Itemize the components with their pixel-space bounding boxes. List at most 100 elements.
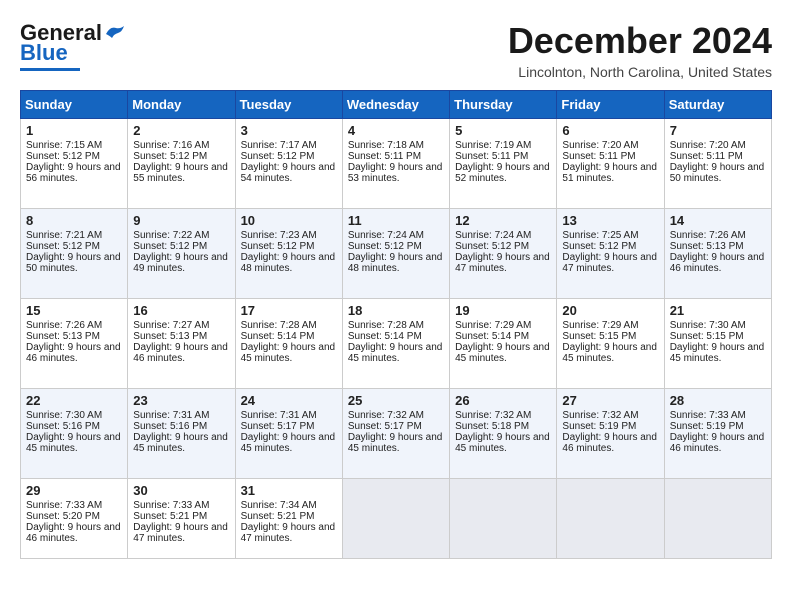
day-number: 22 <box>26 393 122 408</box>
logo-text-blue: Blue <box>20 40 68 66</box>
sunset-text: Sunset: 5:21 PM <box>241 511 337 522</box>
day-number: 16 <box>133 303 229 318</box>
day-number: 5 <box>455 123 551 138</box>
day-number: 8 <box>26 213 122 228</box>
column-header-saturday: Saturday <box>664 91 771 119</box>
calendar-cell: 20Sunrise: 7:29 AMSunset: 5:15 PMDayligh… <box>557 299 664 389</box>
daylight-text: Daylight: 9 hours and 50 minutes. <box>26 252 122 274</box>
daylight-text: Daylight: 9 hours and 45 minutes. <box>562 342 658 364</box>
sunrise-text: Sunrise: 7:18 AM <box>348 140 444 151</box>
sunrise-text: Sunrise: 7:32 AM <box>348 410 444 421</box>
sunset-text: Sunset: 5:11 PM <box>562 151 658 162</box>
column-header-tuesday: Tuesday <box>235 91 342 119</box>
daylight-text: Daylight: 9 hours and 45 minutes. <box>241 432 337 454</box>
calendar-cell: 26Sunrise: 7:32 AMSunset: 5:18 PMDayligh… <box>450 389 557 479</box>
calendar-cell: 17Sunrise: 7:28 AMSunset: 5:14 PMDayligh… <box>235 299 342 389</box>
day-number: 6 <box>562 123 658 138</box>
sunset-text: Sunset: 5:15 PM <box>670 331 766 342</box>
daylight-text: Daylight: 9 hours and 54 minutes. <box>241 162 337 184</box>
day-number: 11 <box>348 213 444 228</box>
calendar-cell: 24Sunrise: 7:31 AMSunset: 5:17 PMDayligh… <box>235 389 342 479</box>
day-number: 13 <box>562 213 658 228</box>
sunset-text: Sunset: 5:14 PM <box>455 331 551 342</box>
calendar-cell: 31Sunrise: 7:34 AMSunset: 5:21 PMDayligh… <box>235 479 342 559</box>
calendar-cell: 21Sunrise: 7:30 AMSunset: 5:15 PMDayligh… <box>664 299 771 389</box>
calendar-table: SundayMondayTuesdayWednesdayThursdayFrid… <box>20 90 772 559</box>
sunrise-text: Sunrise: 7:33 AM <box>26 500 122 511</box>
daylight-text: Daylight: 9 hours and 46 minutes. <box>26 522 122 544</box>
month-title: December 2024 <box>508 20 772 62</box>
daylight-text: Daylight: 9 hours and 45 minutes. <box>26 432 122 454</box>
daylight-text: Daylight: 9 hours and 45 minutes. <box>348 342 444 364</box>
calendar-cell: 19 Sunrise: 7:29 AMSunset: 5:14 PMDayligh… <box>450 299 557 389</box>
calendar-cell <box>450 479 557 559</box>
daylight-text: Daylight: 9 hours and 45 minutes. <box>348 432 444 454</box>
sunrise-text: Sunrise: 7:28 AM <box>241 320 337 331</box>
sunrise-text: Sunrise: 7:33 AM <box>133 500 229 511</box>
sunrise-text: Sunrise: 7:27 AM <box>133 320 229 331</box>
daylight-text: Daylight: 9 hours and 46 minutes. <box>670 432 766 454</box>
calendar-week-row: 8Sunrise: 7:21 AMSunset: 5:12 PMDaylight… <box>21 209 772 299</box>
calendar-cell: 13Sunrise: 7:25 AMSunset: 5:12 PMDayligh… <box>557 209 664 299</box>
calendar-cell: 22Sunrise: 7:30 AMSunset: 5:16 PMDayligh… <box>21 389 128 479</box>
daylight-text: Daylight: 9 hours and 53 minutes. <box>348 162 444 184</box>
day-number: 26 <box>455 393 551 408</box>
sunrise-text: Sunrise: 7:15 AM <box>26 140 122 151</box>
daylight-text: Daylight: 9 hours and 47 minutes. <box>133 522 229 544</box>
calendar-cell: 16Sunrise: 7:27 AMSunset: 5:13 PMDayligh… <box>128 299 235 389</box>
daylight-text: Daylight: 9 hours and 55 minutes. <box>133 162 229 184</box>
day-number: 10 <box>241 213 337 228</box>
calendar-cell: 14Sunrise: 7:26 AMSunset: 5:13 PMDayligh… <box>664 209 771 299</box>
day-number: 7 <box>670 123 766 138</box>
calendar-header-row: SundayMondayTuesdayWednesdayThursdayFrid… <box>21 91 772 119</box>
sunrise-text: Sunrise: 7:30 AM <box>670 320 766 331</box>
location: Lincolnton, North Carolina, United State… <box>508 64 772 80</box>
calendar-cell <box>664 479 771 559</box>
day-number: 14 <box>670 213 766 228</box>
sunset-text: Sunset: 5:16 PM <box>133 421 229 432</box>
day-number: 15 <box>26 303 122 318</box>
calendar-cell: 18Sunrise: 7:28 AMSunset: 5:14 PMDayligh… <box>342 299 449 389</box>
sunset-text: Sunset: 5:14 PM <box>241 331 337 342</box>
day-number: 27 <box>562 393 658 408</box>
calendar-cell: 28Sunrise: 7:33 AMSunset: 5:19 PMDayligh… <box>664 389 771 479</box>
sunrise-text: Sunrise: 7:29 AM <box>455 320 551 331</box>
day-number: 28 <box>670 393 766 408</box>
calendar-week-row: 29Sunrise: 7:33 AMSunset: 5:20 PMDayligh… <box>21 479 772 559</box>
logo-bird-icon <box>104 24 126 42</box>
sunrise-text: Sunrise: 7:26 AM <box>670 230 766 241</box>
sunset-text: Sunset: 5:12 PM <box>26 151 122 162</box>
sunset-text: Sunset: 5:21 PM <box>133 511 229 522</box>
calendar-cell: 11Sunrise: 7:24 AMSunset: 5:12 PMDayligh… <box>342 209 449 299</box>
sunset-text: Sunset: 5:19 PM <box>562 421 658 432</box>
sunset-text: Sunset: 5:12 PM <box>241 151 337 162</box>
day-number: 21 <box>670 303 766 318</box>
day-number: 19 <box>455 303 551 318</box>
daylight-text: Daylight: 9 hours and 46 minutes. <box>562 432 658 454</box>
day-number: 31 <box>241 483 337 498</box>
calendar-cell: 7Sunrise: 7:20 AMSunset: 5:11 PMDaylight… <box>664 119 771 209</box>
sunset-text: Sunset: 5:15 PM <box>562 331 658 342</box>
sunset-text: Sunset: 5:11 PM <box>670 151 766 162</box>
daylight-text: Daylight: 9 hours and 48 minutes. <box>348 252 444 274</box>
sunrise-text: Sunrise: 7:34 AM <box>241 500 337 511</box>
day-number: 12 <box>455 213 551 228</box>
daylight-text: Daylight: 9 hours and 46 minutes. <box>133 342 229 364</box>
sunset-text: Sunset: 5:12 PM <box>133 151 229 162</box>
column-header-wednesday: Wednesday <box>342 91 449 119</box>
sunrise-text: Sunrise: 7:17 AM <box>241 140 337 151</box>
calendar-cell: 2Sunrise: 7:16 AMSunset: 5:12 PMDaylight… <box>128 119 235 209</box>
daylight-text: Daylight: 9 hours and 49 minutes. <box>133 252 229 274</box>
sunrise-text: Sunrise: 7:22 AM <box>133 230 229 241</box>
sunrise-text: Sunrise: 7:31 AM <box>241 410 337 421</box>
day-number: 2 <box>133 123 229 138</box>
day-number: 18 <box>348 303 444 318</box>
calendar-cell: 9Sunrise: 7:22 AMSunset: 5:12 PMDaylight… <box>128 209 235 299</box>
sunset-text: Sunset: 5:13 PM <box>26 331 122 342</box>
calendar-body: 1Sunrise: 7:15 AMSunset: 5:12 PMDaylight… <box>21 119 772 559</box>
day-number: 9 <box>133 213 229 228</box>
daylight-text: Daylight: 9 hours and 45 minutes. <box>455 342 551 364</box>
calendar-cell: 5Sunrise: 7:19 AMSunset: 5:11 PMDaylight… <box>450 119 557 209</box>
calendar-cell <box>342 479 449 559</box>
calendar-cell: 12Sunrise: 7:24 AMSunset: 5:12 PMDayligh… <box>450 209 557 299</box>
